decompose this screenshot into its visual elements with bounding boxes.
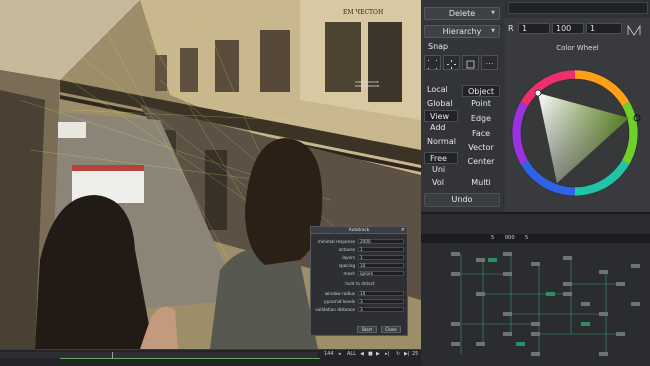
color-preview[interactable] [508, 2, 648, 14]
space-global[interactable]: Global [424, 98, 460, 110]
current-frame[interactable]: 144 [324, 351, 334, 357]
mode-point[interactable]: Point [462, 98, 500, 110]
stop-icon[interactable]: ■ [368, 351, 373, 357]
space-add[interactable]: Add [424, 122, 460, 134]
select-free[interactable]: Free [424, 152, 458, 164]
space-local[interactable]: Local [424, 84, 460, 96]
mode-center[interactable]: Center [462, 156, 500, 168]
mode-face[interactable]: Face [462, 128, 500, 140]
mode-vector[interactable]: Vector [462, 142, 500, 154]
field-row: layers 1 [311, 255, 409, 261]
select-uni[interactable]: Uni [424, 164, 460, 176]
minimal-response-input[interactable]: 2000 [358, 239, 404, 244]
autotrack-title: Autotrack [348, 227, 370, 232]
validation-distance-input[interactable]: 3 [358, 307, 404, 312]
start-button[interactable]: Start [357, 326, 377, 333]
color-swatch[interactable] [626, 22, 646, 36]
more-icon[interactable]: ... [481, 55, 498, 70]
field-row: minimal response 2000 [311, 239, 409, 245]
last-frame-icon[interactable]: ▶| [404, 351, 410, 357]
tracked-range [60, 358, 320, 359]
next-frame-icon[interactable]: ▸| [385, 351, 389, 357]
field-row: pyramid levels 3 [311, 299, 409, 305]
color-panel-header [505, 0, 650, 18]
field-label: pyramid levels [324, 299, 355, 304]
saturation-handle [534, 89, 542, 97]
mode-edge[interactable]: Edge [462, 113, 500, 125]
field-row: validation distance 3 [311, 307, 409, 313]
node-graph-canvas[interactable] [421, 214, 650, 366]
field-label: layers [342, 255, 355, 260]
spacing-input[interactable]: 10 [358, 263, 404, 268]
color-wheel-title: Color Wheel [556, 44, 599, 52]
multi-button[interactable]: Multi [462, 177, 500, 189]
field-label: window radius [324, 291, 355, 296]
loop-icon[interactable]: ↻ [396, 351, 400, 357]
play-back-icon[interactable]: ◀ [360, 351, 364, 357]
delete-label: Delete [448, 9, 476, 18]
timeline-bar[interactable]: 144 ◂ ALL ◀ ■ ▶ ▸| ↻ ▶| 25 [0, 349, 421, 366]
space-normal[interactable]: Normal [424, 136, 460, 148]
end-frame[interactable]: 25 [412, 351, 418, 357]
poster-text: СПЕЦИАЛЬНОЕ ПРЕДЛОЖЕНИЕ [355, 80, 380, 88]
pyramid-levels-input[interactable]: 3 [358, 299, 404, 304]
delete-button[interactable]: Delete ▼ [424, 7, 500, 20]
hierarchy-button[interactable]: Hierarchy ▼ [424, 25, 500, 38]
field-label: spacing [338, 263, 355, 268]
close-button[interactable]: Close [381, 326, 401, 333]
r-label: R [508, 24, 514, 33]
undo-button[interactable]: Undo [424, 193, 500, 207]
mode-object[interactable]: Object [462, 85, 500, 97]
space-view[interactable]: View [424, 110, 458, 122]
section-label: hold to detect [345, 281, 375, 286]
node-boxes [451, 252, 640, 356]
hierarchy-label: Hierarchy [442, 27, 482, 36]
all-button[interactable]: ALL [347, 351, 356, 357]
close-icon[interactable]: × [401, 227, 405, 233]
snap-box-icon[interactable] [462, 55, 479, 70]
layers-input[interactable]: 1 [358, 255, 404, 260]
hue-ring [511, 69, 641, 197]
field-label: validation distance [315, 307, 355, 312]
node-graph-panel[interactable]: 5 000 5 [421, 212, 650, 366]
field-row: window radius 10 [311, 291, 409, 297]
octaves-input[interactable]: 1 [358, 247, 404, 252]
snap-grid-icon[interactable] [424, 55, 441, 70]
mesh-select[interactable]: ignore [358, 271, 404, 276]
field-row: spacing 10 [311, 263, 409, 269]
keyframe-marker[interactable] [112, 352, 113, 358]
snap-label: Snap [428, 42, 449, 51]
color-wheel[interactable] [505, 58, 650, 208]
window-radius-input[interactable]: 10 [358, 291, 404, 296]
chevron-down-icon: ▼ [491, 10, 495, 16]
field-row: mesh ignore [311, 271, 409, 277]
step-back-icon[interactable]: ◂ [338, 351, 341, 357]
b-value-input[interactable]: 1 [586, 23, 622, 34]
autotrack-titlebar[interactable]: Autotrack × [311, 227, 407, 234]
shop-sign: ЕМ ЧЕСТОН [343, 9, 384, 16]
r-value-input[interactable]: 1 [518, 23, 550, 34]
g-value-input[interactable]: 100 [552, 23, 584, 34]
field-label: octaves [338, 247, 355, 252]
snap-move-icon[interactable] [443, 55, 460, 70]
select-vol[interactable]: Vol [424, 177, 460, 189]
field-label: minimal response [317, 239, 355, 244]
field-label: mesh [343, 271, 356, 276]
chevron-down-icon: ▼ [491, 28, 495, 34]
play-icon[interactable]: ▶ [376, 351, 380, 357]
field-row: octaves 1 [311, 247, 409, 253]
autotrack-dialog: Autotrack × minimal response 2000 octave… [310, 226, 408, 336]
